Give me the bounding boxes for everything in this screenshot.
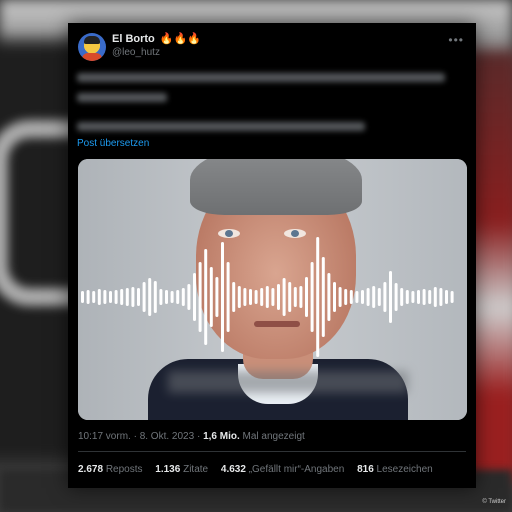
image-credit: © Twitter bbox=[482, 499, 506, 505]
display-name[interactable]: El Borto 🔥🔥🔥 bbox=[112, 32, 201, 45]
waveform-bar bbox=[445, 290, 448, 304]
redacted-text-line bbox=[77, 73, 445, 82]
waveform-bar bbox=[277, 284, 280, 310]
waveform-bar bbox=[389, 271, 392, 323]
waveform-bar bbox=[232, 282, 236, 312]
waveform-bar bbox=[249, 289, 252, 305]
waveform-bar bbox=[170, 291, 174, 303]
waveform-bar bbox=[187, 284, 191, 310]
display-name-text[interactable]: El Borto bbox=[112, 33, 155, 45]
waveform-bar bbox=[92, 291, 96, 303]
views-label: Mal angezeigt bbox=[242, 431, 305, 442]
waveform-bar bbox=[293, 287, 297, 307]
tweet-meta: 10:17 vorm. · 8. Okt. 2023 · 1,6 Mio. Ma… bbox=[78, 431, 305, 442]
timestamp[interactable]: 10:17 vorm. · 8. Okt. 2023 · bbox=[78, 431, 200, 442]
waveform-bar bbox=[450, 291, 454, 303]
waveform-bar bbox=[282, 278, 286, 316]
waveform-bar bbox=[131, 287, 135, 307]
waveform-bar bbox=[165, 290, 168, 304]
waveform-bar bbox=[237, 286, 241, 308]
translate-link[interactable]: Post übersetzen bbox=[77, 138, 149, 149]
waveform-bar bbox=[260, 288, 264, 306]
waveform-bar bbox=[81, 291, 84, 303]
views-count: 1,6 Mio. bbox=[203, 431, 240, 442]
waveform-bar bbox=[422, 289, 426, 305]
more-icon[interactable]: ••• bbox=[448, 33, 464, 47]
waveform-bar bbox=[193, 273, 196, 321]
waveform-bar bbox=[226, 262, 230, 332]
waveform-bar bbox=[310, 262, 314, 332]
tweet-stats: 2.678 Reposts 1.136 Zitate 4.632 „Gefäll… bbox=[78, 464, 443, 475]
waveform-bar bbox=[405, 290, 409, 304]
waveform-bar bbox=[120, 289, 124, 305]
redacted-text-line bbox=[77, 93, 167, 102]
waveform-bar bbox=[265, 286, 269, 308]
waveform-bar bbox=[377, 288, 381, 306]
waveform-bar bbox=[417, 290, 420, 304]
waveform-bar bbox=[215, 277, 219, 317]
waveform-bar bbox=[204, 249, 208, 345]
waveform-bar bbox=[137, 288, 140, 306]
waveform-bar bbox=[198, 262, 202, 332]
waveform-bar bbox=[333, 282, 336, 312]
waveform-bar bbox=[114, 290, 118, 304]
waveform-bar bbox=[299, 286, 303, 308]
fire-emoji: 🔥🔥🔥 bbox=[159, 33, 201, 45]
waveform-bar bbox=[344, 289, 348, 305]
audio-waveform bbox=[81, 237, 454, 357]
stat-quotes[interactable]: 1.136 Zitate bbox=[155, 464, 208, 475]
waveform-bar bbox=[153, 281, 157, 313]
avatar[interactable] bbox=[78, 33, 106, 61]
waveform-bar bbox=[428, 290, 432, 304]
waveform-bar bbox=[372, 286, 376, 308]
waveform-bar bbox=[125, 288, 129, 306]
waveform-bar bbox=[321, 257, 325, 337]
waveform-bar bbox=[209, 267, 213, 327]
waveform-bar bbox=[109, 291, 112, 303]
redacted-text-line bbox=[77, 122, 365, 131]
waveform-bar bbox=[366, 288, 370, 306]
waveform-bar bbox=[433, 287, 437, 307]
waveform-bar bbox=[103, 290, 107, 304]
waveform-bar bbox=[439, 288, 443, 306]
waveform-bar bbox=[181, 288, 185, 306]
waveform-bar bbox=[327, 273, 331, 321]
waveform-bar bbox=[316, 237, 320, 357]
stat-likes[interactable]: 4.632 „Gefällt mir“-Angaben bbox=[221, 464, 344, 475]
waveform-bar bbox=[400, 288, 404, 306]
waveform-bar bbox=[159, 289, 163, 305]
waveform-bar bbox=[271, 288, 275, 306]
waveform-bar bbox=[176, 290, 180, 304]
waveform-bar bbox=[243, 288, 247, 306]
user-handle[interactable]: @leo_hutz bbox=[112, 47, 160, 58]
waveform-bar bbox=[288, 282, 292, 312]
waveform-bar bbox=[411, 291, 415, 303]
waveform-bar bbox=[148, 278, 152, 316]
waveform-bar bbox=[338, 287, 342, 307]
divider bbox=[78, 451, 466, 452]
waveform-bar bbox=[355, 291, 359, 303]
waveform-bar bbox=[254, 290, 258, 304]
stat-bookmarks[interactable]: 816 Lesezeichen bbox=[357, 464, 433, 475]
waveform-bar bbox=[86, 290, 90, 304]
waveform-bar bbox=[383, 282, 387, 312]
waveform-bar bbox=[97, 289, 101, 305]
media-video[interactable] bbox=[78, 159, 467, 420]
waveform-bar bbox=[305, 277, 308, 317]
waveform-bar bbox=[221, 242, 224, 352]
waveform-bar bbox=[394, 283, 398, 311]
waveform-bar bbox=[361, 290, 364, 304]
waveform-bar bbox=[142, 282, 146, 312]
tweet-card: El Borto 🔥🔥🔥 @leo_hutz ••• Post übersetz… bbox=[68, 23, 476, 488]
waveform-bar bbox=[349, 290, 353, 304]
stat-reposts[interactable]: 2.678 Reposts bbox=[78, 464, 143, 475]
